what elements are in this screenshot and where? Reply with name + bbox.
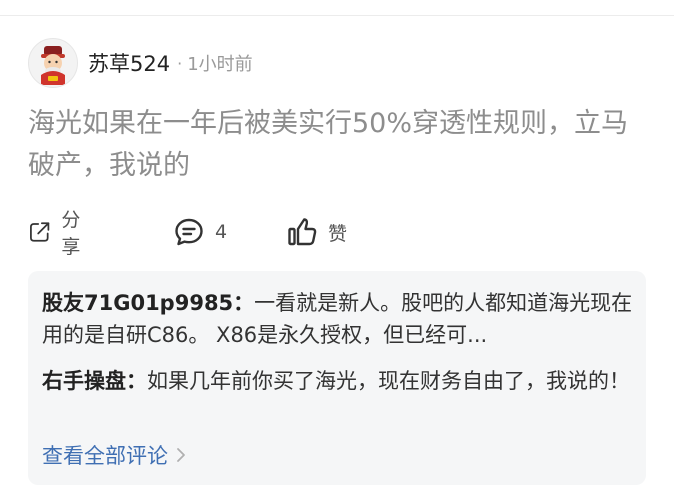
caishen-avatar-icon	[41, 46, 65, 85]
comments-preview: 股友71G01p9985：一看就是新人。股吧的人都知道海光现在用的是自研C86。…	[28, 271, 646, 485]
avatar[interactable]	[28, 38, 78, 88]
share-icon	[30, 222, 50, 242]
top-divider	[0, 15, 674, 16]
comment-text: 如果几年前你买了海光，现在财务自由了，我说的！	[147, 369, 630, 393]
comment-button[interactable]: 4	[173, 212, 227, 252]
thumbs-up-icon	[288, 218, 317, 246]
comment-author[interactable]: 股友71G01p9985：	[42, 291, 254, 315]
comment-count: 4	[215, 221, 228, 243]
comment-author[interactable]: 右手操盘：	[42, 369, 147, 393]
like-label: 赞	[328, 222, 348, 245]
comment-item[interactable]: 右手操盘：如果几年前你买了海光，现在财务自由了，我说的！	[42, 365, 634, 397]
post-time: 1小时前	[187, 54, 253, 75]
post-content[interactable]: 海光如果在一年后被美实行50%穿透性规则，立马破产，我说的	[28, 103, 653, 187]
view-all-label: 查看全部评论	[42, 444, 168, 468]
comment-item[interactable]: 股友71G01p9985：一看就是新人。股吧的人都知道海光现在用的是自研C86。…	[42, 287, 634, 351]
separator-dot: ·	[177, 53, 183, 73]
share-button[interactable]: 分享	[28, 209, 89, 258]
post-author[interactable]: 苏草524	[88, 48, 170, 78]
post-header: 苏草524 · 1小时前	[28, 38, 253, 88]
like-button[interactable]: 赞	[286, 212, 347, 252]
view-all-comments-link[interactable]: 查看全部评论	[42, 440, 186, 470]
share-label: 分享	[61, 209, 81, 258]
chevron-right-icon	[176, 447, 186, 463]
comment-icon	[175, 218, 203, 246]
